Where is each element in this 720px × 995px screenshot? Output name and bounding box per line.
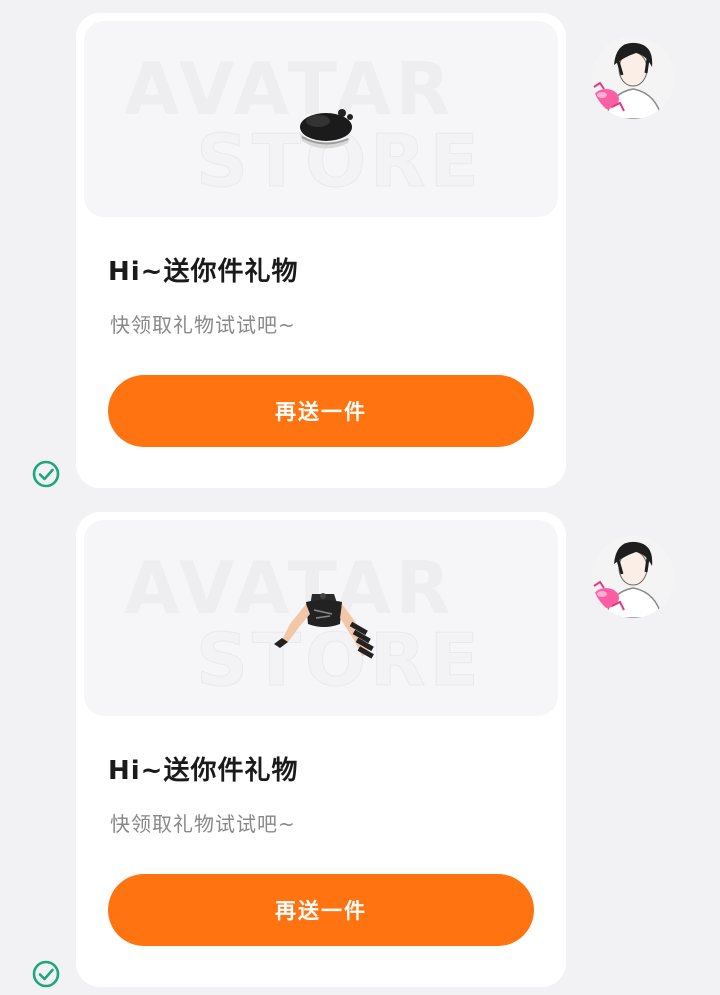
user-avatar-icon[interactable] bbox=[592, 536, 674, 618]
beret-hat-icon bbox=[300, 109, 353, 149]
sent-check-icon bbox=[32, 460, 60, 488]
sent-check-icon bbox=[32, 960, 60, 988]
send-again-button[interactable]: 再送一件 bbox=[108, 375, 534, 447]
gift-banner: AVATAR STORE bbox=[84, 520, 558, 716]
user-avatar-icon[interactable] bbox=[592, 37, 674, 119]
gift-card[interactable]: AVATAR STORE Hi~送你件礼物 快领取礼物试试吧~ 再送一件 bbox=[76, 512, 566, 987]
gift-banner: AVATAR STORE bbox=[84, 21, 558, 217]
crop-top-outfit-icon bbox=[274, 593, 374, 659]
gift-message-1: AVATAR STORE Hi~送你件礼物 快领取礼物试试吧~ 再送一件 bbox=[0, 13, 720, 493]
watermark-avatar: AVATAR bbox=[124, 47, 455, 131]
gift-subtitle: 快领取礼物试试吧~ bbox=[110, 812, 296, 836]
gift-card[interactable]: AVATAR STORE Hi~送你件礼物 快领取礼物试试吧~ 再送一件 bbox=[76, 13, 566, 488]
send-again-button[interactable]: 再送一件 bbox=[108, 874, 534, 946]
gift-title: Hi~送你件礼物 bbox=[108, 257, 299, 287]
gift-message-2: AVATAR STORE Hi~送你件礼物 快领取礼物试试吧~ 再送一件 bbox=[0, 512, 720, 992]
gift-subtitle: 快领取礼物试试吧~ bbox=[110, 313, 296, 337]
gift-title: Hi~送你件礼物 bbox=[108, 756, 299, 786]
